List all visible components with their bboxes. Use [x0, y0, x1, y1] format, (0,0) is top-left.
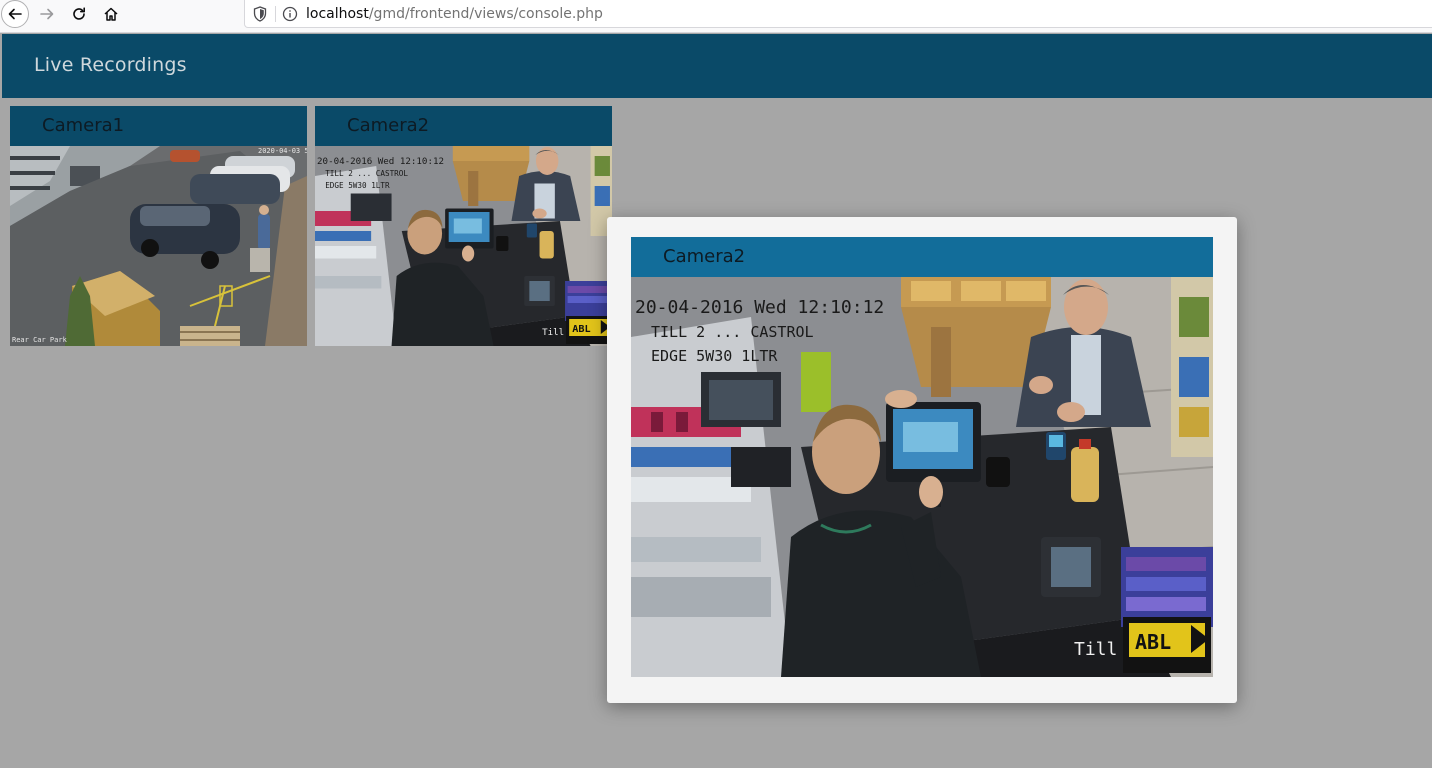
modal-sale-overlay: TILL 2 ... CASTROL	[651, 323, 814, 341]
app-header: Live Recordings	[2, 34, 1432, 98]
modal-title: Camera2	[631, 237, 1213, 277]
camera-tile-1[interactable]: Camera1 2020-04-03 5 Rear Car Park	[10, 106, 307, 346]
camera-label: Camera1	[42, 115, 125, 136]
camera2-till-label: Till	[542, 328, 564, 338]
camera-preview-modal[interactable]: Camera2 20-04-2016 Wed 12:10:12 TILL 2 .…	[607, 217, 1237, 703]
camera-feed-parking-lot[interactable]: 2020-04-03 5R Rear Car Park	[10, 146, 307, 346]
camera1-caption-overlay: Rear Car Park	[12, 336, 68, 344]
home-button[interactable]	[96, 0, 126, 28]
arrow-right-icon	[40, 8, 54, 20]
back-button[interactable]	[0, 0, 30, 28]
site-info-icon[interactable]	[282, 6, 298, 22]
camera2-brand-badge: ABL	[572, 324, 590, 335]
camera2-product-overlay: EDGE 5W30 1LTR	[325, 181, 390, 190]
url-text[interactable]: localhost/gmd/frontend/views/console.php	[306, 6, 603, 22]
modal-timestamp-overlay: 20-04-2016 Wed 12:10:12	[635, 297, 884, 318]
page-title: Live Recordings	[34, 54, 187, 76]
modal-till-label: Till	[1074, 639, 1117, 660]
reload-icon	[73, 7, 85, 20]
url-host: localhost	[306, 5, 369, 22]
camera-label: Camera2	[347, 115, 430, 136]
camera-feed-checkout[interactable]: 20-04-2016 Wed 12:10:12 TILL 2 ... CASTR…	[315, 146, 612, 346]
parking-lot-feed-image: 2020-04-03 5R Rear Car Park	[10, 146, 307, 346]
camera2-timestamp-overlay: 20-04-2016 Wed 12:10:12	[317, 157, 444, 167]
camera1-timestamp-overlay: 2020-04-03 5R	[258, 147, 307, 155]
arrow-left-icon	[8, 8, 22, 20]
modal-product-overlay: EDGE 5W30 1LTR	[651, 347, 778, 365]
checkout-feed-enlarged-image: 20-04-2016 Wed 12:10:12 TILL 2 ... CASTR…	[631, 277, 1213, 677]
checkout-feed-image: 20-04-2016 Wed 12:10:12 TILL 2 ... CASTR…	[315, 146, 612, 346]
url-path: /gmd/frontend/views/console.php	[368, 5, 603, 22]
modal-camera-feed[interactable]: 20-04-2016 Wed 12:10:12 TILL 2 ... CASTR…	[631, 277, 1213, 677]
modal-brand-badge: ABL	[1135, 630, 1171, 654]
reload-button[interactable]	[64, 0, 94, 28]
url-bar[interactable]: localhost/gmd/frontend/views/console.php	[244, 0, 1432, 28]
home-icon	[104, 7, 118, 21]
camera-tile-2[interactable]: Camera2 20-04-2016 Wed 12:10:12 TILL 2 .…	[315, 106, 612, 346]
url-separator	[275, 5, 276, 22]
tracking-shield-icon[interactable]	[253, 5, 269, 22]
camera2-sale-overlay: TILL 2 ... CASTROL	[325, 169, 408, 178]
browser-toolbar: localhost/gmd/frontend/views/console.php	[0, 0, 1432, 33]
forward-button[interactable]	[32, 0, 62, 28]
